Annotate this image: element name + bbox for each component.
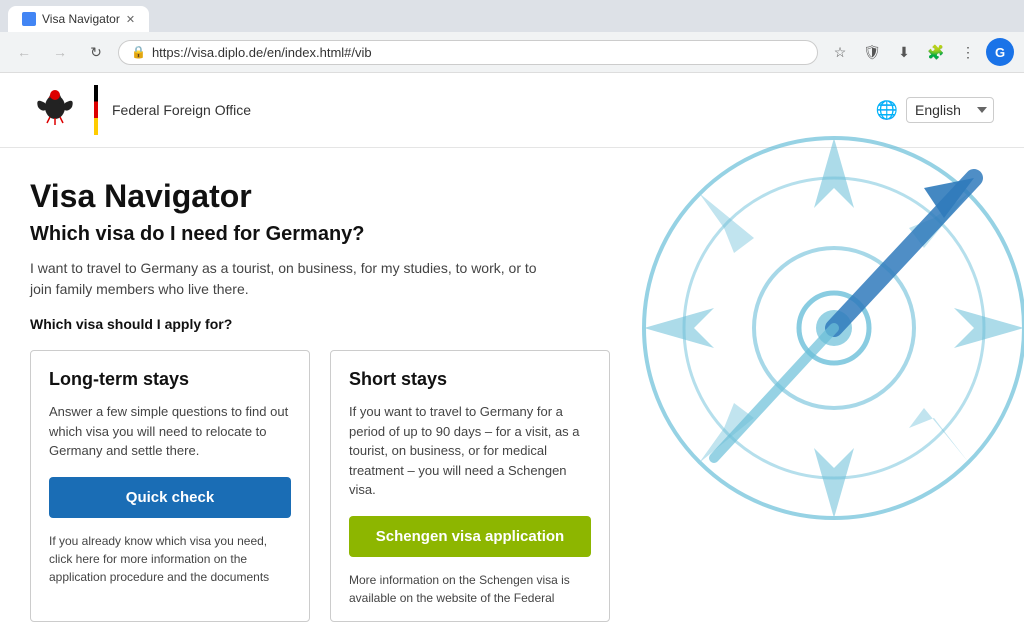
long-term-card-footer: If you already know which visa you need,…	[49, 532, 291, 586]
more-icon[interactable]: ⋮	[954, 38, 982, 66]
language-dropdown[interactable]: English Deutsch Français العربية 中文	[906, 97, 994, 123]
main-content: Visa Navigator Which visa do I need for …	[0, 148, 1024, 642]
page-title: Visa Navigator	[30, 178, 994, 215]
toolbar-icons: ☆ 🛡 ⬇ 🧩 ⋮ G	[826, 38, 1014, 66]
long-term-card-title: Long-term stays	[49, 369, 291, 390]
browser-toolbar: ← → ↻ 🔒 https://visa.diplo.de/en/index.h…	[0, 32, 1024, 72]
cards-row: Long-term stays Answer a few simple ques…	[30, 350, 994, 622]
short-term-card-footer: More information on the Schengen visa is…	[349, 571, 591, 607]
page-description: I want to travel to Germany as a tourist…	[30, 258, 550, 300]
which-visa-label: Which visa should I apply for?	[30, 316, 994, 332]
download-icon[interactable]: ⬇	[890, 38, 918, 66]
forward-button[interactable]: →	[46, 38, 74, 66]
puzzle-icon[interactable]: 🧩	[922, 38, 950, 66]
profile-button[interactable]: G	[986, 38, 1014, 66]
url-text: https://visa.diplo.de/en/index.html#/vib	[152, 45, 805, 60]
active-tab[interactable]: Visa Navigator ✕	[8, 6, 149, 32]
site-header: Federal Foreign Office 🌐 English Deutsch…	[0, 73, 1024, 148]
globe-icon: 🌐	[876, 100, 898, 121]
tab-title: Visa Navigator	[42, 12, 120, 26]
browser-chrome: Visa Navigator ✕ ← → ↻ 🔒 https://visa.di…	[0, 0, 1024, 73]
long-term-card: Long-term stays Answer a few simple ques…	[30, 350, 310, 622]
short-term-card: Short stays If you want to travel to Ger…	[330, 350, 610, 622]
bookmark-icon[interactable]: ☆	[826, 38, 854, 66]
tab-favicon	[22, 12, 36, 26]
language-selector[interactable]: 🌐 English Deutsch Français العربية 中文	[876, 97, 994, 123]
page-wrapper: Federal Foreign Office 🌐 English Deutsch…	[0, 73, 1024, 642]
back-button[interactable]: ←	[10, 38, 38, 66]
long-term-card-text: Answer a few simple questions to find ou…	[49, 402, 291, 461]
eagle-logo	[30, 85, 80, 135]
shield-icon[interactable]: 🛡	[858, 38, 886, 66]
browser-tabs: Visa Navigator ✕	[0, 0, 1024, 32]
quick-check-button[interactable]: Quick check	[49, 477, 291, 518]
tab-close-button[interactable]: ✕	[126, 13, 135, 26]
logo-area: Federal Foreign Office	[30, 85, 251, 135]
lock-icon: 🔒	[131, 45, 146, 59]
logo-text: Federal Foreign Office	[112, 102, 251, 118]
page-subtitle: Which visa do I need for Germany?	[30, 223, 994, 246]
logo-stripe	[94, 85, 98, 135]
address-bar[interactable]: 🔒 https://visa.diplo.de/en/index.html#/v…	[118, 40, 818, 65]
short-term-card-title: Short stays	[349, 369, 591, 390]
reload-button[interactable]: ↻	[82, 38, 110, 66]
schengen-visa-button[interactable]: Schengen visa application	[349, 516, 591, 557]
short-term-card-text: If you want to travel to Germany for a p…	[349, 402, 591, 500]
